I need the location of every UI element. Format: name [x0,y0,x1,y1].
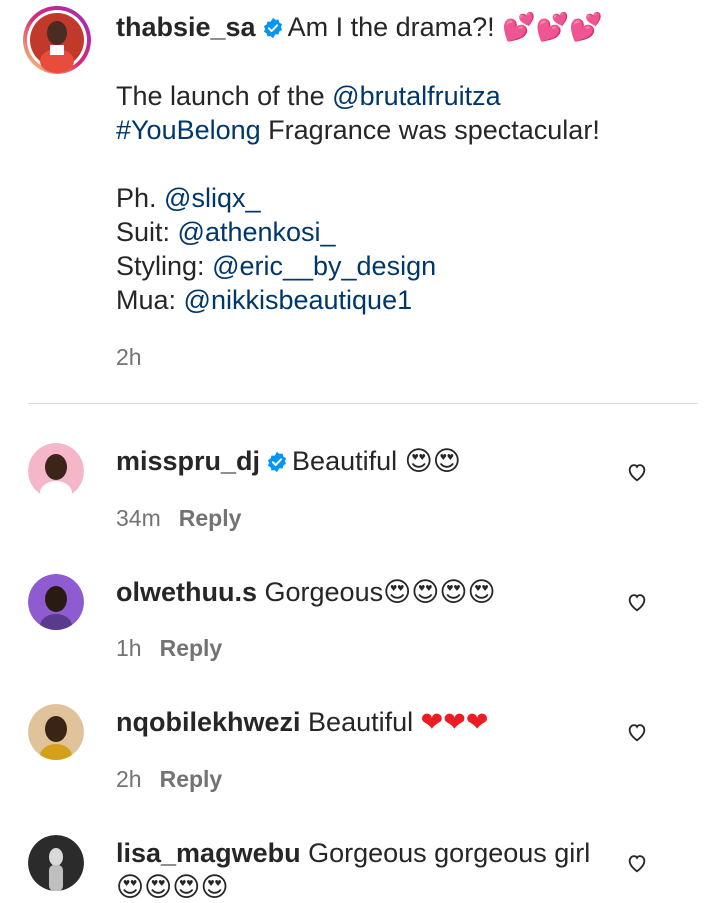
avatar[interactable] [28,443,84,499]
caption-text: The launch of the [116,81,325,111]
comment-text: Beautiful [292,446,398,476]
verified-badge-icon [266,451,288,473]
comment: nqobilekhwezi Beautiful ❤❤❤ [116,705,616,740]
comment-username[interactable]: misspru_dj [116,446,260,476]
comment-text: Gorgeous gorgeous girl [308,838,591,868]
heart-outline-icon[interactable] [626,721,648,743]
comment-meta: 2h Reply [116,766,222,793]
avatar[interactable] [28,704,84,760]
credit-label: Styling: [116,251,205,281]
post-timestamp: 2h [116,344,142,370]
credit-label: Suit: [116,217,171,247]
post-author-avatar[interactable] [22,5,92,75]
mention-link[interactable]: @nikkisbeautique1 [184,285,413,315]
divider [28,403,698,404]
comment: olwethuu.s Gorgeous😍😍😍😍 [116,575,616,610]
comment-timestamp: 1h [116,635,142,661]
comment-timestamp: 34m [116,505,161,531]
heart-eyes-emoji: 😍😍 [404,446,461,477]
heart-eyes-emoji: 😍😍😍😍 [383,577,496,608]
comment-username[interactable]: lisa_magwebu [116,838,301,868]
mention-link[interactable]: @sliqx_ [164,183,260,213]
hearts-emoji: 💕💕💕 [502,12,604,43]
reply-button[interactable]: Reply [179,505,242,531]
comment-meta: 34m Reply [116,505,241,532]
comment-username[interactable]: olwethuu.s [116,577,257,607]
mention-link[interactable]: @eric__by_design [212,251,436,281]
comment-meta: 1h Reply [116,635,222,662]
heart-outline-icon[interactable] [626,852,648,874]
reply-button[interactable]: Reply [160,766,223,792]
heart-eyes-emoji: 😍😍😍😍 [116,872,229,903]
post-author-username[interactable]: thabsie_sa [116,12,256,42]
red-heart-emoji: ❤❤❤ [420,707,489,738]
credit-label: Mua: [116,285,177,315]
comment: lisa_magwebu Gorgeous gorgeous girl 😍😍😍😍 [116,836,596,903]
comment: misspru_dj Beautiful 😍😍 [116,444,616,479]
heart-outline-icon[interactable] [626,461,648,483]
comment-text: Gorgeous [264,577,384,607]
comment-text: Beautiful [308,707,414,737]
avatar[interactable] [28,574,84,630]
reply-button[interactable]: Reply [160,635,223,661]
comment-timestamp: 2h [116,766,142,792]
credit-label: Ph. [116,183,157,213]
hashtag-link[interactable]: #YouBelong [116,115,261,145]
mention-link[interactable]: @athenkosi_ [178,217,336,247]
post-caption: thabsie_sa Am I the drama?! 💕💕💕 The launc… [116,10,706,317]
verified-badge-icon [262,17,284,39]
comment-username[interactable]: nqobilekhwezi [116,707,301,737]
avatar[interactable] [28,835,84,891]
post-title: Am I the drama?! [287,12,495,42]
heart-outline-icon[interactable] [626,591,648,613]
caption-text: Fragrance was spectacular! [268,115,600,145]
mention-link[interactable]: @brutalfruitza [332,81,500,111]
